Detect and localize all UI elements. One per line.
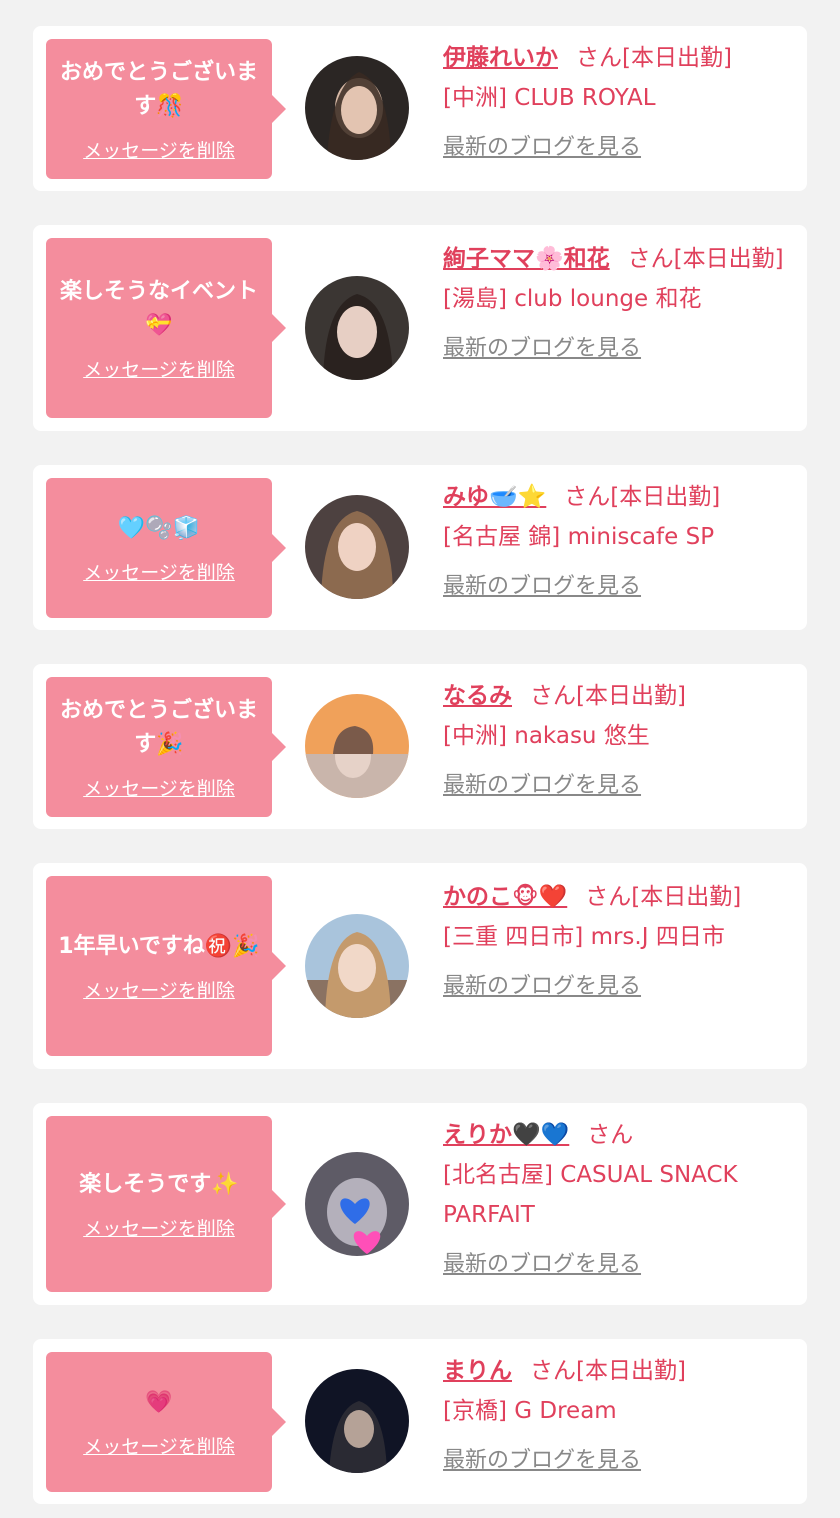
delete-message-link[interactable]: メッセージを削除 bbox=[83, 1432, 235, 1459]
cast-status: さん[本日出勤] bbox=[530, 683, 686, 709]
message-bubble: 1年早いですね㊗️🎉 メッセージを削除 bbox=[46, 876, 286, 1056]
cast-name-link[interactable]: みゆ🥣⭐️ bbox=[443, 484, 546, 510]
latest-blog-link[interactable]: 最新のブログを見る bbox=[443, 329, 793, 369]
delete-message-link[interactable]: メッセージを削除 bbox=[83, 976, 235, 1003]
message-bubble: 💗 メッセージを削除 bbox=[46, 1352, 286, 1492]
avatar[interactable] bbox=[305, 276, 409, 380]
cast-info: えりか🖤💙 さん [北名古屋] CASUAL SNACK PARFAIT 最新のブ… bbox=[443, 1115, 793, 1285]
shop-text: [中洲] CLUB ROYAL bbox=[443, 85, 656, 111]
cast-name-link[interactable]: まりん bbox=[443, 1358, 512, 1384]
avatar[interactable] bbox=[305, 56, 409, 160]
shop-text: [湯島] club lounge 和花 bbox=[443, 286, 702, 312]
cast-name-link[interactable]: かのこ🐵❤️ bbox=[443, 884, 567, 910]
cast-info: 絢子ママ🌸和花 さん[本日出勤] [湯島] club lounge 和花 最新のブ… bbox=[443, 239, 793, 369]
cast-status: さん[本日出勤] bbox=[530, 1358, 686, 1384]
avatar[interactable] bbox=[305, 495, 409, 599]
message-text: 1年早いですね㊗️🎉 bbox=[58, 933, 260, 959]
delete-message-link[interactable]: メッセージを削除 bbox=[83, 558, 235, 585]
avatar[interactable] bbox=[305, 914, 409, 1018]
latest-blog-link[interactable]: 最新のブログを見る bbox=[443, 128, 793, 168]
cast-name-link[interactable]: なるみ bbox=[443, 683, 512, 709]
avatar[interactable] bbox=[305, 694, 409, 798]
cast-status: さん[本日出勤] bbox=[564, 484, 721, 510]
cast-info: みゆ🥣⭐️ さん[本日出勤] [名古屋 錦] miniscafe SP 最新のブロ… bbox=[443, 477, 793, 607]
message-card: 💗 メッセージを削除 まりん さん[本日出勤] [京橋] G Dream 最新のブ… bbox=[33, 1339, 807, 1504]
message-text: おめでとうございます🎉 bbox=[59, 697, 258, 757]
latest-blog-link[interactable]: 最新のブログを見る bbox=[443, 967, 793, 1007]
latest-blog-link[interactable]: 最新のブログを見る bbox=[443, 1245, 793, 1285]
latest-blog-link[interactable]: 最新のブログを見る bbox=[443, 1441, 793, 1481]
message-bubble: 🩵🫧🧊 メッセージを削除 bbox=[46, 478, 286, 618]
cast-name-link[interactable]: 絢子ママ🌸和花 bbox=[443, 246, 610, 272]
shop-text: [中洲] nakasu 悠生 bbox=[443, 723, 650, 749]
delete-message-link[interactable]: メッセージを削除 bbox=[83, 355, 235, 382]
message-card: おめでとうございます🎉 メッセージを削除 なるみ さん[本日出勤] [中洲] na… bbox=[33, 664, 807, 829]
message-card: 1年早いですね㊗️🎉 メッセージを削除 かのこ🐵❤️ さん[本日出勤] [三重 四… bbox=[33, 863, 807, 1069]
avatar[interactable] bbox=[305, 1152, 409, 1256]
message-bubble: 楽しそうなイベント💝 メッセージを削除 bbox=[46, 238, 286, 418]
shop-text: [京橋] G Dream bbox=[443, 1398, 617, 1424]
message-text: 楽しそうです✨ bbox=[79, 1171, 239, 1197]
latest-blog-link[interactable]: 最新のブログを見る bbox=[443, 766, 793, 806]
cast-status: さん[本日出勤] bbox=[627, 246, 784, 272]
cast-name-link[interactable]: 伊藤れいか bbox=[443, 45, 558, 71]
shop-text: [北名古屋] CASUAL SNACK PARFAIT bbox=[443, 1162, 738, 1228]
message-card: 楽しそうなイベント💝 メッセージを削除 絢子ママ🌸和花 さん[本日出勤] [湯島]… bbox=[33, 225, 807, 431]
delete-message-link[interactable]: メッセージを削除 bbox=[83, 1214, 235, 1241]
latest-blog-link[interactable]: 最新のブログを見る bbox=[443, 567, 793, 607]
message-text: 💗 bbox=[145, 1389, 173, 1415]
cast-status: さん bbox=[587, 1122, 634, 1148]
message-text: 楽しそうなイベント💝 bbox=[59, 278, 258, 338]
message-card: 楽しそうです✨ メッセージを削除 えりか🖤💙 さん [北名古屋] CASUAL S… bbox=[33, 1103, 807, 1305]
cast-status: さん[本日出勤] bbox=[576, 45, 732, 71]
message-bubble: おめでとうございます🎉 メッセージを削除 bbox=[46, 677, 286, 817]
message-text: 🩵🫧🧊 bbox=[117, 515, 201, 541]
shop-text: [名古屋 錦] miniscafe SP bbox=[443, 524, 715, 550]
shop-text: [三重 四日市] mrs.J 四日市 bbox=[443, 924, 725, 950]
message-bubble: 楽しそうです✨ メッセージを削除 bbox=[46, 1116, 286, 1292]
message-card: 🩵🫧🧊 メッセージを削除 みゆ🥣⭐️ さん[本日出勤] [名古屋 錦] minis… bbox=[33, 465, 807, 630]
avatar[interactable] bbox=[305, 1369, 409, 1473]
delete-message-link[interactable]: メッセージを削除 bbox=[83, 774, 235, 801]
cast-name-link[interactable]: えりか🖤💙 bbox=[443, 1122, 569, 1148]
message-card: おめでとうございます🎊 メッセージを削除 伊藤れいか さん[本日出勤] [中洲] … bbox=[33, 26, 807, 191]
delete-message-link[interactable]: メッセージを削除 bbox=[83, 136, 235, 163]
cast-info: なるみ さん[本日出勤] [中洲] nakasu 悠生 最新のブログを見る bbox=[443, 676, 793, 806]
message-text: おめでとうございます🎊 bbox=[59, 59, 258, 119]
cast-info: 伊藤れいか さん[本日出勤] [中洲] CLUB ROYAL 最新のブログを見る bbox=[443, 38, 793, 168]
cast-info: まりん さん[本日出勤] [京橋] G Dream 最新のブログを見る bbox=[443, 1351, 793, 1481]
cast-status: さん[本日出勤] bbox=[585, 884, 742, 910]
cast-info: かのこ🐵❤️ さん[本日出勤] [三重 四日市] mrs.J 四日市 最新のブログ… bbox=[443, 877, 793, 1007]
message-bubble: おめでとうございます🎊 メッセージを削除 bbox=[46, 39, 286, 179]
